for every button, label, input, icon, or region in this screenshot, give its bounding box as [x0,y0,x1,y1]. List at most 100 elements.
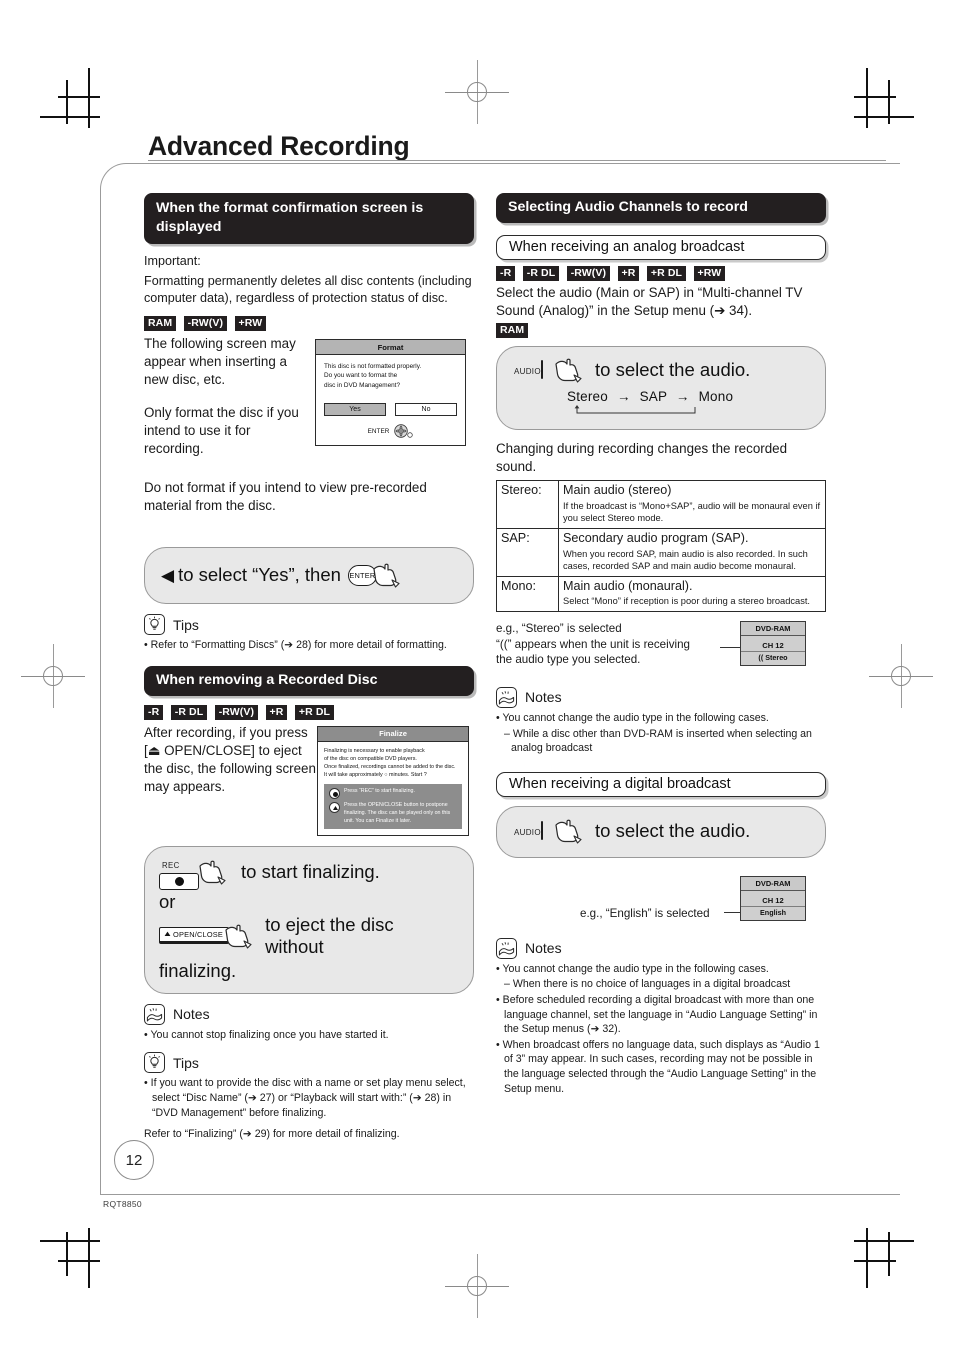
cycle-arrow-icon: → [616,389,631,405]
audio-mode-desc: Secondary audio program (SAP). When you … [558,527,826,577]
tips-item: • If you want to provide the disc with a… [144,1077,466,1119]
disc-badge-plusrw: +RW [693,266,726,282]
fpd-channel: CH 12 [762,895,784,905]
left-arrow-icon: ◀ [161,565,175,585]
fpd-audio-mode: English [741,905,805,920]
finalize-rec-line: REC to start finalizing. [159,855,457,890]
record-dot-icon [174,876,184,886]
disc-badge-plusrdl: +R DL [646,266,687,282]
open-close-button[interactable]: OPEN/CLOSE [159,927,230,945]
disc-badge-rwv: -RW(V) [566,266,611,282]
finalize-screen-title: Finalize [318,726,468,742]
audio-button-cap: AUDIO [514,367,541,377]
notes-list-finalizing: • You cannot stop finalizing once you ha… [144,1028,474,1043]
audio-button[interactable]: AUDIO [511,820,559,840]
notebook-icon [496,937,517,959]
notes-heading-finalizing: Notes [144,1003,474,1025]
removing-para-1: After recording, if you press [⏏ OPEN/CL… [144,724,316,794]
tips-footer-finalizing: Refer to “Finalizing” (➔ 29) for more de… [144,1128,400,1141]
disc-badge-rdl: -R DL [522,266,560,282]
analog-body: Select the audio (Main or SAP) in “Multi… [496,285,803,319]
notes-label: Notes [173,1006,210,1023]
notes-heading-analog: Notes [496,686,826,708]
disc-badge-plusrw: +RW [234,316,267,332]
format-screen-yes-button[interactable]: Yes [324,403,386,417]
subheading-analog-broadcast: When receiving an analog broadcast [496,235,826,261]
audio-mode-key: Mono: [496,575,559,612]
notes-list-analog: • You cannot change the audio type in th… [496,711,826,756]
format-screen-message: This disc is not formatted properly. Do … [324,363,422,389]
notes-label: Notes [525,689,562,706]
section-heading-removing-disc: When removing a Recorded Disc [144,665,474,696]
audio-mode-key: Stereo: [496,479,559,529]
rec-button-cap: REC [162,860,180,870]
title-divider [148,160,886,162]
disc-badge-plusr: +R [617,266,640,282]
disc-badge-rwv: -RW(V) [183,316,228,332]
registration-target-bottom [445,1254,509,1318]
right-column: Selecting Audio Channels to record When … [496,193,826,1097]
digital-example-line: e.g., “English” is selected [580,906,710,920]
audio-mode-desc: Main audio (stereo) If the broadcast is … [558,479,826,529]
important-label: Important: [144,254,201,269]
select-yes-text: to select “Yes”, then [178,564,341,586]
audio-mode-key: SAP: [496,527,559,577]
analog-example-line-1: e.g., “Stereo” is selected [496,621,622,635]
finalize-tail: finalizing. [159,959,237,981]
tips-label: Tips [173,1054,199,1071]
tips-heading-disc-name: Tips [144,1052,474,1074]
page-title: Advanced Recording [148,131,410,161]
table-row: Mono: Main audio (monaural). Select “Mon… [496,575,826,612]
audio-button-cap: AUDIO [514,827,541,837]
notes-item: • You cannot stop finalizing once you ha… [144,1028,389,1041]
instruction-panel-finalize: REC to start finalizing. or OPEN/CLOSE t… [144,845,474,994]
eject-radio-icon [329,802,340,814]
instruction-panel-select-yes: ◀ to select “Yes”, then ENTER [144,547,474,605]
fpd-disc-type: DVD-RAM [741,876,805,891]
section-heading-audio-channels: Selecting Audio Channels to record [496,193,826,224]
registration-target-left [21,644,85,708]
lightbulb-icon [144,614,165,636]
finalize-option-rec[interactable]: Press “REC” to start finalizing. [329,788,457,800]
notes-heading-digital: Notes [496,937,826,959]
disc-badges-removing: -R -R DL -RW(V) +R +R DL [144,705,474,721]
notes-subitem: – When there is no choice of languages i… [504,978,791,991]
finalize-rec-text: to start finalizing. [241,861,380,883]
analog-example-line-2: “((” appears when the unit is receiving [496,637,690,651]
audio-mode-stereo: Stereo [567,389,608,405]
format-screen-no-button[interactable]: No [395,403,457,417]
notebook-icon [144,1003,165,1025]
table-row: Stereo: Main audio (stereo) If the broad… [496,479,826,529]
enter-dpad-icon [394,424,414,438]
disc-badge-r: -R [144,705,164,721]
tips-label: Tips [173,616,199,633]
finalize-screen-illustration: Finalize Finalizing is necessary to enab… [317,725,469,837]
finalize-or: or [159,890,176,912]
pointing-hand-icon [223,923,253,949]
audio-mode-desc: Main audio (monaural). Select “Mono” if … [558,575,826,612]
table-row: SAP: Secondary audio program (SAP). When… [496,527,826,577]
fpd-channel: CH 12 [762,640,784,650]
lightbulb-icon [144,1052,165,1074]
subheading-digital-broadcast: When receiving a digital broadcast [496,771,826,797]
tips-item: • Refer to “Formatting Discs” (➔ 28) for… [144,639,447,652]
open-close-cap: OPEN/CLOSE [173,930,224,940]
format-screen-illustration: Format This disc is not formatted proper… [315,339,466,447]
cycle-arrow-icon: → [675,389,690,405]
format-para-3: Do not format if you intend to view pre-… [144,480,427,514]
instruction-panel-audio-digital: AUDIO to select the audio. [496,805,826,858]
crop-mark-top-right [844,68,914,128]
finalize-option-postpone[interactable]: Press the OPEN/CLOSE button to postpone … [329,802,457,825]
analog-after-panel: Changing during recording changes the re… [496,441,788,475]
audio-button[interactable]: AUDIO [511,360,559,380]
pointing-hand-icon [553,357,583,383]
audio-mode-sap: SAP [639,389,667,405]
front-panel-display-stereo: DVD-RAM CH 12 (( Stereo [740,620,806,666]
important-body: Formatting permanently deletes all disc … [144,273,472,305]
finalize-eject-text: to eject the disc without [265,913,394,957]
page-number: 12 [114,1140,154,1180]
front-panel-display-english: DVD-RAM CH 12 English [740,875,806,921]
disc-badge-ram-row: RAM [496,323,826,339]
finalize-screen-message: Finalizing is necessary to enable playba… [324,747,456,779]
finalize-eject-line: OPEN/CLOSE to eject the disc without [159,914,457,958]
